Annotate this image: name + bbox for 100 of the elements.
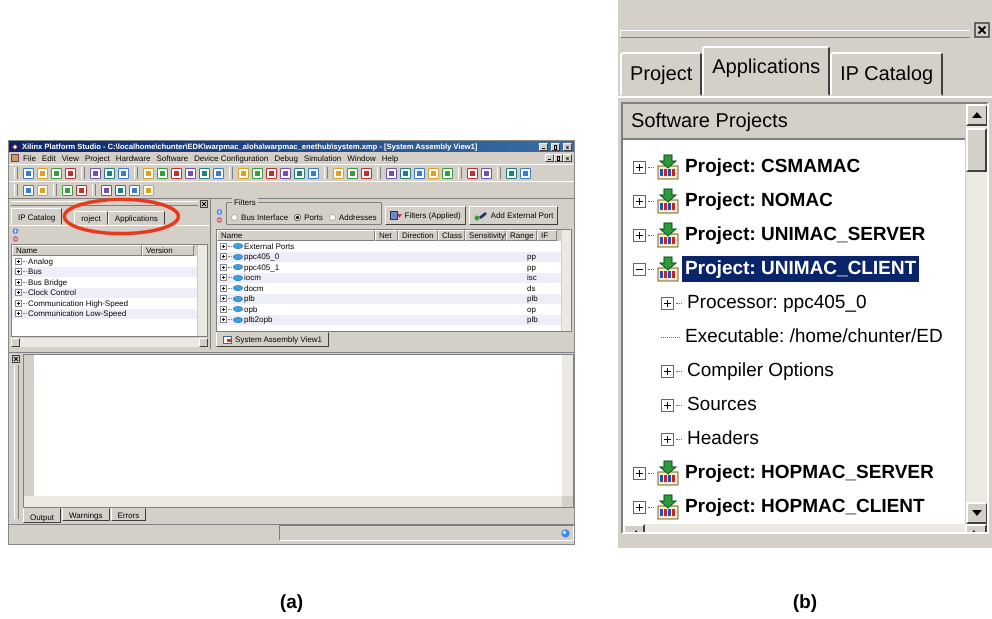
toolbar-icon[interactable] bbox=[386, 168, 397, 178]
expander-icon[interactable] bbox=[633, 194, 646, 208]
tree-item[interactable]: Project: CSMAMAC bbox=[682, 154, 864, 180]
expander-icon[interactable] bbox=[15, 268, 22, 276]
expander-icon[interactable] bbox=[633, 262, 646, 276]
toolbar-icon[interactable] bbox=[520, 168, 531, 178]
toolbar-icon[interactable] bbox=[481, 168, 492, 178]
toolbar-icon[interactable] bbox=[442, 168, 453, 178]
expander-icon[interactable] bbox=[661, 398, 674, 412]
tree-item[interactable]: Project: HOPMAC_SERVER bbox=[682, 460, 937, 486]
toolbar-icon[interactable] bbox=[266, 168, 277, 178]
toolbar-icon[interactable] bbox=[23, 184, 34, 196]
expander-icon[interactable] bbox=[220, 274, 227, 282]
toolbar-button[interactable]: Add External Port bbox=[468, 206, 558, 225]
menu-item[interactable]: Device Configuration bbox=[191, 154, 272, 162]
toolbar-icon[interactable] bbox=[157, 168, 168, 178]
expander-icon[interactable] bbox=[661, 364, 674, 378]
radio-button[interactable] bbox=[231, 214, 238, 220]
toolbar-icon[interactable] bbox=[467, 168, 478, 178]
minimize-button[interactable] bbox=[539, 142, 548, 150]
menu-item[interactable]: Project bbox=[82, 154, 113, 162]
tree-item[interactable]: Processor: ppc405_0 bbox=[684, 290, 870, 316]
column-header[interactable]: Sensitivity bbox=[465, 230, 506, 241]
tree-item[interactable]: Analog bbox=[28, 256, 53, 266]
toolbar-icon[interactable] bbox=[171, 168, 182, 178]
close-icon[interactable] bbox=[200, 200, 208, 208]
collapse-all-icon[interactable] bbox=[216, 217, 223, 223]
close-icon[interactable] bbox=[12, 355, 20, 363]
tab[interactable]: Project bbox=[620, 52, 702, 96]
tree-item[interactable]: ppc405_1 bbox=[244, 262, 280, 272]
expander-icon[interactable] bbox=[633, 500, 646, 514]
toolbar-icon[interactable] bbox=[129, 184, 140, 196]
tree-item[interactable]: Communication High-Speed bbox=[28, 298, 128, 308]
menu-item[interactable]: Debug bbox=[271, 154, 301, 162]
menu-item[interactable]: Simulation bbox=[300, 154, 344, 162]
close-button[interactable] bbox=[563, 154, 572, 162]
tree-item[interactable]: Compiler Options bbox=[684, 358, 837, 384]
toolbar-icon[interactable] bbox=[115, 184, 126, 196]
toolbar-icon[interactable] bbox=[213, 168, 224, 178]
tree-item[interactable]: Project: NOMAC bbox=[682, 188, 836, 214]
expander-icon[interactable] bbox=[15, 258, 22, 265]
column-header[interactable]: Direction bbox=[398, 230, 438, 241]
menu-item[interactable]: Hardware bbox=[112, 154, 154, 162]
drag-handle[interactable] bbox=[620, 30, 970, 38]
expander-icon[interactable] bbox=[661, 296, 674, 310]
toolbar-icon[interactable] bbox=[294, 168, 305, 178]
tree-item[interactable]: Headers bbox=[684, 426, 762, 452]
expander-icon[interactable] bbox=[220, 295, 227, 302]
radio-button[interactable] bbox=[294, 214, 302, 220]
scrollbar-thumb[interactable] bbox=[966, 128, 987, 172]
toolbar-icon[interactable] bbox=[76, 184, 87, 196]
scrollbar[interactable] bbox=[561, 230, 571, 331]
scrollbar[interactable] bbox=[11, 338, 208, 347]
restore-button[interactable] bbox=[554, 154, 563, 162]
toolbar-icon[interactable] bbox=[308, 168, 319, 178]
column-header[interactable]: Name bbox=[217, 230, 375, 241]
expander-icon[interactable] bbox=[633, 160, 646, 174]
toolbar-icon[interactable] bbox=[347, 168, 358, 178]
tab[interactable]: roject bbox=[74, 211, 108, 225]
menu-item[interactable]: Software bbox=[153, 154, 192, 162]
expander-icon[interactable] bbox=[15, 278, 22, 286]
toolbar-icon[interactable] bbox=[280, 168, 291, 178]
expander-icon[interactable] bbox=[220, 306, 227, 313]
toolbar-icon[interactable] bbox=[104, 168, 115, 178]
column-header[interactable]: Net bbox=[375, 230, 398, 241]
tree-item[interactable]: opb bbox=[244, 304, 258, 314]
toolbar-icon[interactable] bbox=[361, 168, 372, 178]
toolbar-icon[interactable] bbox=[90, 168, 101, 178]
tab[interactable]: Errors bbox=[110, 508, 146, 521]
expander-icon[interactable] bbox=[15, 289, 22, 296]
menu-item[interactable]: View bbox=[58, 154, 82, 162]
tree-item[interactable]: ppc405_0 bbox=[244, 252, 280, 262]
menu-item[interactable]: Help bbox=[378, 154, 402, 162]
toolbar-icon[interactable] bbox=[118, 168, 129, 178]
toolbar-icon[interactable] bbox=[252, 168, 263, 178]
toolbar-icon[interactable] bbox=[506, 168, 517, 178]
toolbar-icon[interactable] bbox=[400, 168, 411, 178]
close-icon[interactable] bbox=[974, 22, 990, 38]
expander-icon[interactable] bbox=[15, 310, 22, 318]
tree-item[interactable]: Bus Bridge bbox=[28, 278, 68, 287]
toolbar-icon[interactable] bbox=[199, 168, 210, 178]
toolbar-icon[interactable] bbox=[101, 184, 112, 196]
expander-icon[interactable] bbox=[220, 284, 227, 292]
expander-icon[interactable] bbox=[220, 316, 227, 324]
menu-item[interactable]: Window bbox=[344, 154, 379, 162]
tree-item[interactable]: iocm bbox=[244, 273, 261, 282]
tab[interactable]: Warnings bbox=[62, 508, 110, 521]
minimize-button[interactable] bbox=[545, 154, 554, 162]
toolbar-icon[interactable] bbox=[23, 168, 34, 178]
toolbar-icon[interactable] bbox=[414, 168, 425, 178]
tab[interactable]: Applications bbox=[702, 46, 830, 96]
expander-icon[interactable] bbox=[220, 253, 227, 260]
expander-icon[interactable] bbox=[15, 300, 22, 307]
close-button[interactable] bbox=[563, 142, 572, 150]
menu-item[interactable]: Edit bbox=[38, 154, 59, 162]
column-header[interactable]: Range bbox=[506, 230, 537, 241]
tab[interactable]: IP Catalog bbox=[11, 208, 62, 225]
tree-item[interactable]: Executable: /home/chunter/ED bbox=[682, 324, 946, 350]
expander-icon[interactable] bbox=[633, 466, 646, 480]
toolbar-icon[interactable] bbox=[51, 168, 62, 178]
